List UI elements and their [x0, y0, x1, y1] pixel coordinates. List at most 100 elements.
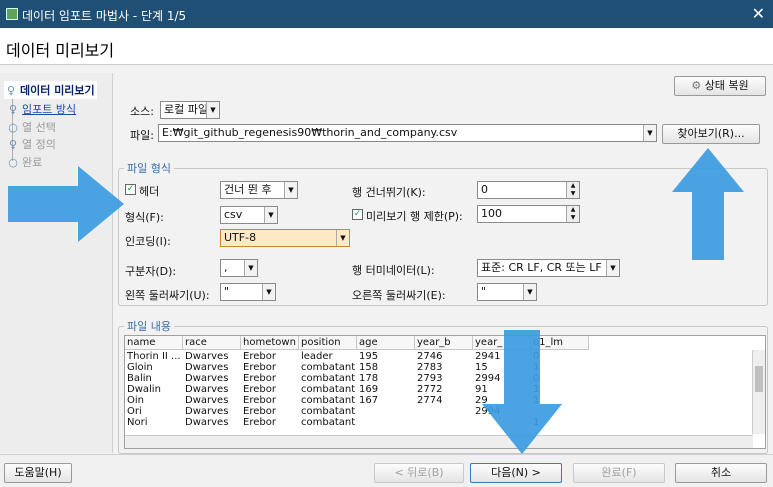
- chevron-down-icon: ▼: [336, 230, 349, 246]
- table-cell: Erebor: [243, 417, 276, 428]
- table-cell: Dwarves: [185, 417, 229, 428]
- table-cell: Erebor: [243, 406, 276, 417]
- table-cell: Erebor: [243, 395, 276, 406]
- browse-button[interactable]: 찾아보기(R)...: [662, 124, 760, 144]
- skip-rows-input[interactable]: 0 ▲ ▼: [477, 181, 580, 199]
- gear-icon: ⚙: [691, 79, 702, 92]
- page-title: 데이터 미리보기: [6, 41, 115, 60]
- step-person-icon: ♀: [8, 103, 18, 116]
- cancel-button[interactable]: 취소: [675, 463, 767, 483]
- chevron-down-icon: ▼: [606, 260, 619, 276]
- step-person-icon: ♀: [6, 84, 16, 97]
- window-title: 데이터 임포트 마법사 - 단계 1/5: [22, 9, 187, 23]
- table-cell: 167: [359, 395, 379, 406]
- left-quote-select[interactable]: " ▼: [220, 283, 276, 301]
- horizontal-scrollbar[interactable]: [125, 435, 753, 448]
- table-cell: 158: [359, 362, 379, 373]
- source-label: 소스:: [130, 105, 154, 118]
- table-cell: combatant: [301, 395, 356, 406]
- row-terminator-label: 행 터미네이터(L):: [352, 264, 435, 277]
- table-cell: combatant: [301, 417, 356, 428]
- header-checkbox[interactable]: ✓: [125, 184, 136, 195]
- column-header[interactable]: race: [183, 336, 241, 350]
- column-header[interactable]: position: [299, 336, 357, 350]
- table-cell: Dwarves: [185, 406, 229, 417]
- right-quote-select[interactable]: " ▼: [477, 283, 537, 301]
- table-cell: 2783: [417, 362, 443, 373]
- table-cell: 2772: [417, 384, 443, 395]
- chevron-down-icon: ▼: [206, 102, 219, 118]
- restore-state-button[interactable]: ⚙ 상태 복원: [674, 76, 766, 96]
- table-cell: Erebor: [243, 351, 276, 362]
- arrow-down-icon: [482, 330, 562, 454]
- preview-table[interactable]: name race hometown position age year_b y…: [124, 335, 766, 449]
- table-cell: 2793: [417, 373, 443, 384]
- limit-rows-checkbox[interactable]: ✓: [352, 209, 363, 220]
- nav-step-import-method[interactable]: ♀ 임포트 방식: [8, 101, 76, 117]
- table-cell: Dwarves: [185, 351, 229, 362]
- nav-step-column-define: ♀ 열 정의: [8, 138, 56, 151]
- limit-rows-input[interactable]: 100 ▲ ▼: [477, 205, 580, 223]
- table-cell: combatant: [301, 406, 356, 417]
- finish-button[interactable]: 완료(F): [573, 463, 665, 483]
- file-path-input[interactable]: E:₩git_github_regenesis90₩thorin_and_com…: [158, 124, 657, 142]
- table-cell: 178: [359, 373, 379, 384]
- right-quote-label: 오른쪽 둘러싸기(E):: [352, 289, 446, 302]
- arrow-up-icon: [672, 148, 744, 260]
- table-cell: 2774: [417, 395, 443, 406]
- chevron-down-icon: ▼: [262, 284, 275, 300]
- table-cell: combatant: [301, 373, 356, 384]
- step-dot-icon: ○: [8, 121, 18, 134]
- table-cell: Dwalin: [127, 384, 161, 395]
- column-header[interactable]: name: [125, 336, 183, 350]
- table-cell: Erebor: [243, 362, 276, 373]
- table-cell: 195: [359, 351, 379, 362]
- chevron-down-icon: ▼: [264, 207, 277, 223]
- table-cell: 169: [359, 384, 379, 395]
- spinner-icon[interactable]: ▲ ▼: [566, 206, 579, 222]
- column-header[interactable]: age: [357, 336, 415, 350]
- encoding-select[interactable]: UTF-8 ▼: [220, 229, 350, 247]
- header-option-select[interactable]: 건너 뛴 후 ▼: [220, 181, 298, 199]
- wizard-step-nav: ♀ 데이터 미리보기 ♀ 임포트 방식 ○ 열 선택 ♀ 열 정의 ○ 완료: [0, 73, 113, 453]
- table-cell: Dwarves: [185, 373, 229, 384]
- table-cell: Dwarves: [185, 362, 229, 373]
- table-cell: combatant: [301, 362, 356, 373]
- file-content-group-title: 파일 내용: [124, 318, 174, 334]
- back-button[interactable]: < 뒤로(B): [374, 463, 464, 483]
- chevron-down-icon: ▼: [643, 125, 656, 141]
- delimiter-select[interactable]: , ▼: [220, 259, 258, 277]
- scrollbar-thumb[interactable]: [755, 366, 763, 392]
- close-icon[interactable]: ✕: [752, 4, 765, 23]
- row-terminator-select[interactable]: 표준: CR LF, CR 또는 LF ▼: [477, 259, 620, 277]
- table-cell: Ori: [127, 406, 142, 417]
- table-cell: Nori: [127, 417, 148, 428]
- header-label: 헤더: [139, 185, 160, 198]
- table-cell: 2746: [417, 351, 443, 362]
- page-header: 데이터 미리보기: [0, 28, 773, 65]
- app-icon: [6, 8, 18, 20]
- table-cell: Dwarves: [185, 395, 229, 406]
- delimiter-label: 구분자(D):: [125, 265, 177, 278]
- arrow-right-icon: [8, 166, 124, 242]
- limit-rows-label: 미리보기 행 제한(P):: [366, 210, 463, 223]
- table-cell: Erebor: [243, 373, 276, 384]
- table-cell: combatant: [301, 384, 356, 395]
- table-cell: Dwarves: [185, 384, 229, 395]
- table-cell: Balin: [127, 373, 152, 384]
- skip-rows-label: 행 건너뛰기(K):: [352, 186, 426, 199]
- help-button[interactable]: 도움말(H): [4, 463, 72, 483]
- button-bar: 도움말(H) < 뒤로(B) 다음(N) > 완료(F) 취소: [0, 454, 773, 487]
- column-header[interactable]: hometown: [241, 336, 299, 350]
- source-select[interactable]: 로컬 파일 ▼: [160, 101, 220, 119]
- encoding-label: 인코딩(I):: [125, 235, 171, 248]
- column-header[interactable]: year_b: [415, 336, 473, 350]
- spinner-icon[interactable]: ▲ ▼: [566, 182, 579, 198]
- vertical-scrollbar[interactable]: [752, 350, 765, 434]
- nav-step-data-preview[interactable]: ♀ 데이터 미리보기: [4, 81, 97, 99]
- table-cell: [357, 417, 415, 428]
- format-select[interactable]: csv ▼: [220, 206, 278, 224]
- table-cell: Gloin: [127, 362, 153, 373]
- next-button[interactable]: 다음(N) >: [470, 463, 562, 483]
- table-cell: leader: [301, 351, 333, 362]
